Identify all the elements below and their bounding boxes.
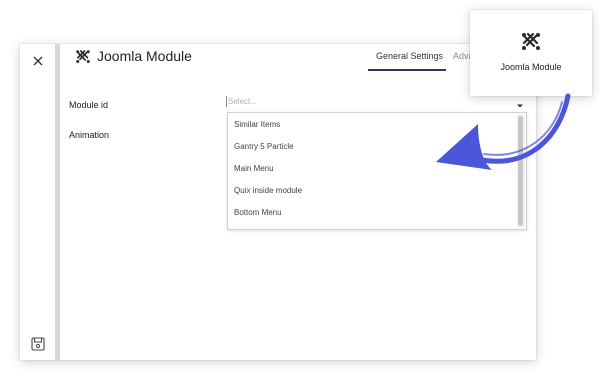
- save-icon[interactable]: [31, 337, 45, 351]
- list-item[interactable]: Bottom Menu: [234, 208, 282, 217]
- tab-general-settings[interactable]: General Settings: [376, 51, 443, 61]
- joomla-module-card[interactable]: Joomla Module: [470, 10, 592, 96]
- scrollbar-track[interactable]: [517, 114, 525, 228]
- side-rail: [20, 44, 56, 360]
- text-cursor: [226, 96, 227, 107]
- joomla-module-modal: Joomla Module General Settings Adva Modu…: [20, 44, 536, 360]
- joomla-logo-icon: [74, 48, 92, 66]
- card-label: Joomla Module: [500, 62, 562, 72]
- module-id-select[interactable]: Select...: [226, 94, 526, 110]
- module-id-dropdown: Similar Items Gantry 5 Particle Main Men…: [227, 112, 527, 230]
- animation-label: Animation: [69, 130, 110, 140]
- list-item[interactable]: Main Menu: [234, 164, 274, 173]
- list-item[interactable]: Gantry 5 Particle: [234, 142, 294, 151]
- modal-title: Joomla Module: [97, 48, 192, 64]
- list-item[interactable]: Quix inside module: [234, 186, 302, 195]
- modal-content: Joomla Module General Settings Adva Modu…: [60, 44, 536, 360]
- scrollbar-thumb[interactable]: [518, 116, 523, 226]
- module-id-label: Module id: [69, 100, 109, 110]
- module-id-placeholder: Select...: [228, 97, 257, 106]
- chevron-down-icon[interactable]: [516, 97, 524, 108]
- active-tab-underline: [368, 69, 446, 71]
- close-icon[interactable]: [30, 53, 46, 69]
- joomla-logo-icon: [519, 30, 543, 54]
- list-item[interactable]: Similar Items: [234, 120, 280, 129]
- modal-header: Joomla Module General Settings Adva: [60, 44, 536, 72]
